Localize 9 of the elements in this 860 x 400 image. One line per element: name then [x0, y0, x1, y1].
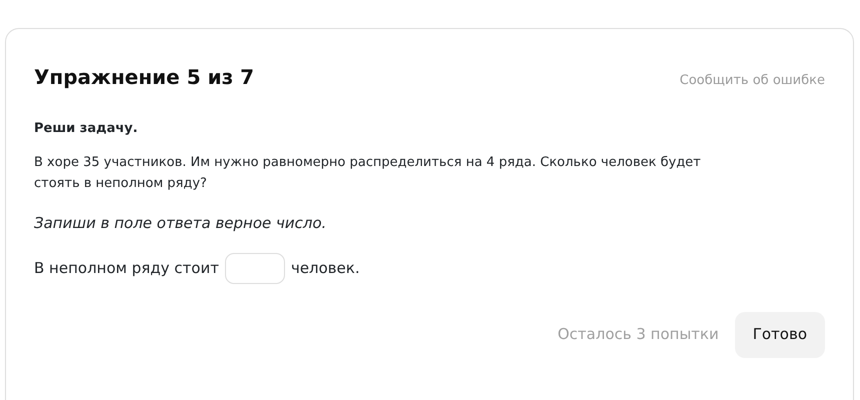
answer-prefix: В неполном ряду стоит	[34, 258, 219, 279]
task-text: В хоре 35 участников. Им нужно равномерно распределиться на 4 ряда. Сколько человек будет стоять в неполном ряду?	[34, 154, 702, 193]
answer-field[interactable]	[224, 252, 285, 284]
exercise-title: Упражнение 5 из 7	[34, 65, 254, 89]
submit-button[interactable]: Готово	[734, 312, 825, 358]
answer-suffix: человек.	[290, 258, 360, 279]
instruction-text: Запиши в поле ответа верное число.	[34, 213, 328, 234]
task-heading: Реши задачу.	[34, 120, 139, 138]
attempts-remaining: Осталось 3 попытки	[558, 324, 719, 346]
